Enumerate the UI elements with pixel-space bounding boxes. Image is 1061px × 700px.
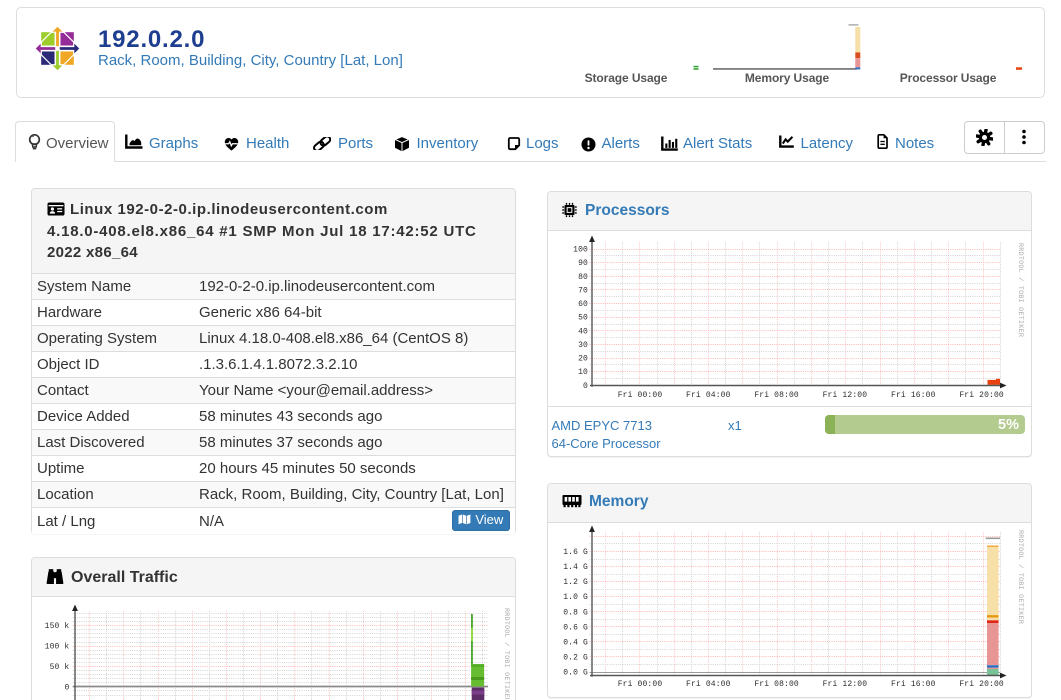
svg-text:Fri 20:00: Fri 20:00: [959, 680, 1004, 689]
svg-text:1.0 G: 1.0 G: [563, 593, 588, 602]
svg-text:150 k: 150 k: [45, 622, 70, 631]
svg-text:0.6 G: 0.6 G: [563, 623, 588, 632]
svg-text:0.2 G: 0.2 G: [563, 653, 588, 662]
svg-text:1.4 G: 1.4 G: [563, 563, 588, 572]
svg-text:Fri 16:00: Fri 16:00: [891, 680, 936, 689]
svg-text:Fri 12:00: Fri 12:00: [823, 391, 868, 400]
svg-text:40: 40: [578, 327, 588, 336]
svg-text:80: 80: [578, 273, 588, 282]
svg-text:90: 90: [578, 259, 588, 268]
svg-text:0.4 G: 0.4 G: [563, 638, 588, 647]
svg-text:10: 10: [578, 368, 588, 377]
svg-text:Fri 00:00: Fri 00:00: [618, 680, 663, 689]
svg-text:0: 0: [583, 382, 588, 391]
svg-text:Fri 20:00: Fri 20:00: [959, 391, 1004, 400]
svg-text:Fri 16:00: Fri 16:00: [891, 391, 936, 400]
svg-text:100 k: 100 k: [45, 643, 70, 652]
svg-text:Fri 08:00: Fri 08:00: [754, 391, 799, 400]
svg-text:Fri 04:00: Fri 04:00: [686, 680, 731, 689]
svg-text:70: 70: [578, 287, 588, 296]
svg-text:0.0 G: 0.0 G: [563, 669, 588, 678]
svg-text:30: 30: [578, 341, 588, 350]
svg-text:20: 20: [578, 355, 588, 364]
svg-text:0: 0: [64, 683, 69, 692]
svg-text:1.6 G: 1.6 G: [563, 548, 588, 557]
svg-text:Fri 00:00: Fri 00:00: [618, 391, 663, 400]
svg-text:0.8 G: 0.8 G: [563, 608, 588, 617]
svg-text:50: 50: [578, 314, 588, 323]
svg-text:Fri 12:00: Fri 12:00: [823, 680, 868, 689]
svg-text:Fri 04:00: Fri 04:00: [686, 391, 731, 400]
svg-text:100: 100: [573, 246, 588, 255]
svg-text:Fri 08:00: Fri 08:00: [754, 680, 799, 689]
svg-text:1.2 G: 1.2 G: [563, 578, 588, 587]
svg-text:50 k: 50 k: [50, 663, 70, 672]
svg-text:60: 60: [578, 300, 588, 309]
